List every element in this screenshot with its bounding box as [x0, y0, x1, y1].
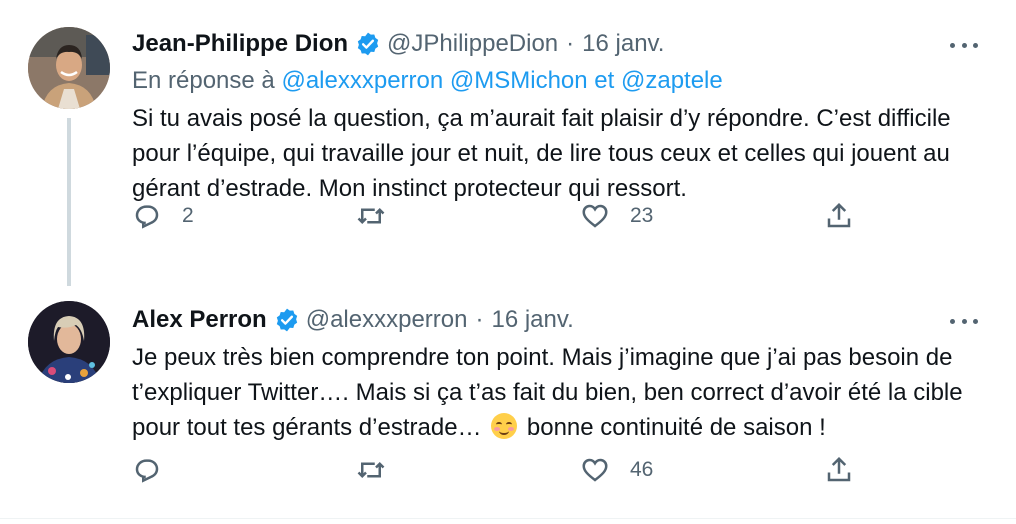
reply-icon — [135, 459, 159, 483]
share-button[interactable] — [824, 196, 854, 236]
mention-alexxxperron[interactable]: @alexxxperron — [281, 67, 443, 94]
reply-button[interactable]: 2 — [132, 196, 194, 236]
tweet-header: Alex Perron @alexxxperron · 16 janv. — [132, 302, 986, 338]
verified-badge-icon — [357, 32, 379, 56]
more-icon[interactable] — [944, 306, 984, 336]
mention-and[interactable]: et — [594, 67, 614, 94]
reply-to-line: En réponse à @alexxxperron @MSMichon et … — [132, 62, 986, 100]
verified-badge-icon — [276, 308, 297, 332]
tweet-text-part-2: bonne continuité de saison ! — [526, 414, 826, 441]
like-button[interactable]: 46 — [580, 450, 653, 490]
tweet-actions: 2 23 — [132, 196, 872, 236]
author-handle[interactable]: @JPhilippeDion — [387, 30, 558, 58]
author-handle[interactable]: @alexxxperron — [306, 306, 468, 334]
tweet-text: Si tu avais posé la question, ça m’aurai… — [132, 105, 951, 202]
like-icon — [582, 204, 608, 228]
share-icon — [827, 456, 851, 482]
share-button[interactable] — [824, 450, 854, 490]
like-icon — [582, 458, 608, 482]
retweet-icon — [357, 207, 385, 225]
thread-line — [67, 118, 71, 286]
like-count: 46 — [630, 458, 654, 481]
tweet-alex-perron[interactable]: Alex Perron @alexxxperron · 16 janv. Je … — [0, 282, 1016, 518]
separator-dot: · — [475, 306, 484, 333]
share-icon — [827, 202, 851, 228]
like-count: 23 — [630, 204, 654, 227]
reply-icon — [135, 205, 159, 229]
retweet-button[interactable] — [356, 196, 406, 236]
reply-count: 2 — [182, 204, 194, 227]
separator-dot: · — [566, 30, 575, 57]
author-name[interactable]: Alex Perron — [132, 306, 267, 334]
tweet-actions: 46 — [132, 450, 872, 490]
mention-zaptele[interactable]: @zaptele — [621, 67, 723, 94]
mention-msmichon[interactable]: @MSMichon — [450, 67, 588, 94]
avatar-jean-philippe-dion[interactable] — [28, 27, 110, 109]
divider — [0, 518, 1016, 519]
reply-button[interactable] — [132, 450, 182, 490]
retweet-icon — [357, 461, 385, 479]
more-icon[interactable] — [944, 30, 984, 60]
like-button[interactable]: 23 — [580, 196, 653, 236]
avatar-alex-perron[interactable] — [28, 301, 110, 383]
tweet-text: Je peux très bien comprendre ton point. … — [132, 340, 992, 445]
author-name[interactable]: Jean-Philippe Dion — [132, 30, 348, 58]
smiling-face-emoji-icon — [491, 413, 518, 439]
reply-to-prefix: En réponse à — [132, 67, 275, 94]
tweet-date[interactable]: 16 janv. — [491, 306, 573, 334]
tweet-header: Jean-Philippe Dion @JPhilippeDion · 16 j… — [132, 26, 986, 62]
tweet-jean-philippe-dion[interactable]: Jean-Philippe Dion @JPhilippeDion · 16 j… — [0, 0, 1016, 286]
tweet-date[interactable]: 16 janv. — [582, 30, 664, 58]
retweet-button[interactable] — [356, 450, 406, 490]
